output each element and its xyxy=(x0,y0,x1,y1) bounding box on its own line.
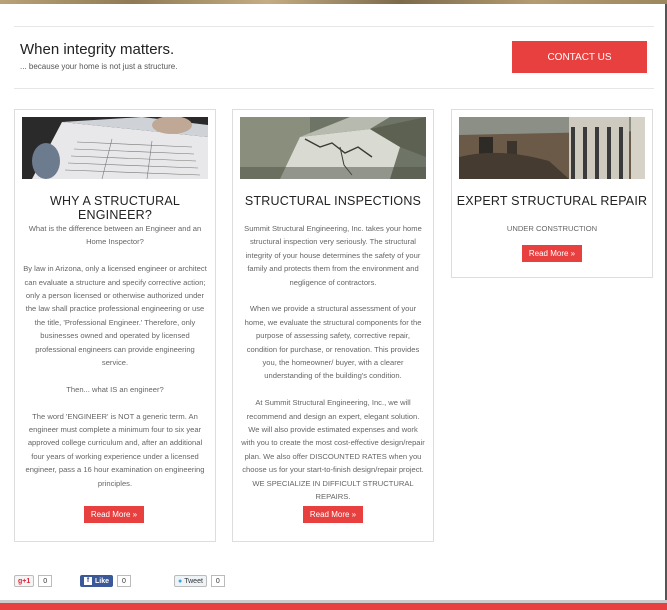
google-plus-count: 0 xyxy=(38,575,53,587)
footer-red-bar xyxy=(0,603,667,610)
tweet-button[interactable]: ● Tweet xyxy=(174,575,207,587)
read-more-button[interactable]: Read More » xyxy=(522,245,582,262)
blueprint-image xyxy=(22,117,208,179)
card-paragraph: When we provide a structural assessment … xyxy=(244,304,422,381)
card-why-engineer: WHY A STRUCTURAL ENGINEER? What is the d… xyxy=(14,109,216,542)
tweet-label: Tweet xyxy=(184,577,203,585)
card-paragraph: Then... what IS an engineer? xyxy=(66,384,164,394)
card-paragraph: At Summit Structural Engineering, Inc., … xyxy=(241,398,425,502)
card-paragraph: UNDER CONSTRUCTION xyxy=(506,224,598,233)
tweet-widget: ● Tweet 0 xyxy=(174,575,225,587)
card-title: EXPERT STRUCTURAL REPAIR xyxy=(456,194,648,208)
card-paragraph: Summit Structural Engineering, Inc. take… xyxy=(244,224,422,287)
card-body: Summit Structural Engineering, Inc. take… xyxy=(241,222,425,517)
tweet-count: 0 xyxy=(210,575,225,587)
facebook-icon: f xyxy=(84,577,92,585)
card-expert-repair: EXPERT STRUCTURAL REPAIR UNDER CONSTRUCT… xyxy=(451,109,653,278)
divider-top xyxy=(14,26,654,27)
card-body: What is the difference between an Engine… xyxy=(23,222,207,503)
google-plus-widget: g+1 0 xyxy=(14,575,53,587)
page-content: When integrity matters. ... because your… xyxy=(0,4,667,604)
cracked-wall-image xyxy=(240,117,426,179)
twitter-bird-icon: ● xyxy=(178,577,183,585)
card-title: WHY A STRUCTURAL ENGINEER? xyxy=(49,194,181,222)
facebook-like-widget: f Like 0 xyxy=(80,575,131,587)
card-paragraph: The word 'ENGINEER' is NOT a generic ter… xyxy=(25,411,205,488)
card-title: STRUCTURAL INSPECTIONS xyxy=(244,194,422,208)
google-plus-button[interactable]: g+1 xyxy=(14,575,35,587)
page-title: When integrity matters. xyxy=(20,41,175,58)
contact-us-button[interactable]: CONTACT US xyxy=(512,41,647,73)
facebook-like-button[interactable]: f Like xyxy=(80,575,114,587)
page-subtitle: ... because your home is not just a stru… xyxy=(20,62,178,71)
divider-bottom xyxy=(14,88,654,89)
card-structural-inspections: STRUCTURAL INSPECTIONS Summit Structural… xyxy=(232,109,434,542)
facebook-like-count: 0 xyxy=(117,575,131,587)
read-more-button[interactable]: Read More » xyxy=(84,506,144,523)
card-paragraph: What is the difference between an Engine… xyxy=(28,224,202,247)
facebook-like-label: Like xyxy=(95,577,110,585)
foundation-repair-image xyxy=(459,117,645,179)
read-more-button[interactable]: Read More » xyxy=(303,506,363,523)
card-paragraph: By law in Arizona, only a licensed engin… xyxy=(23,264,207,368)
